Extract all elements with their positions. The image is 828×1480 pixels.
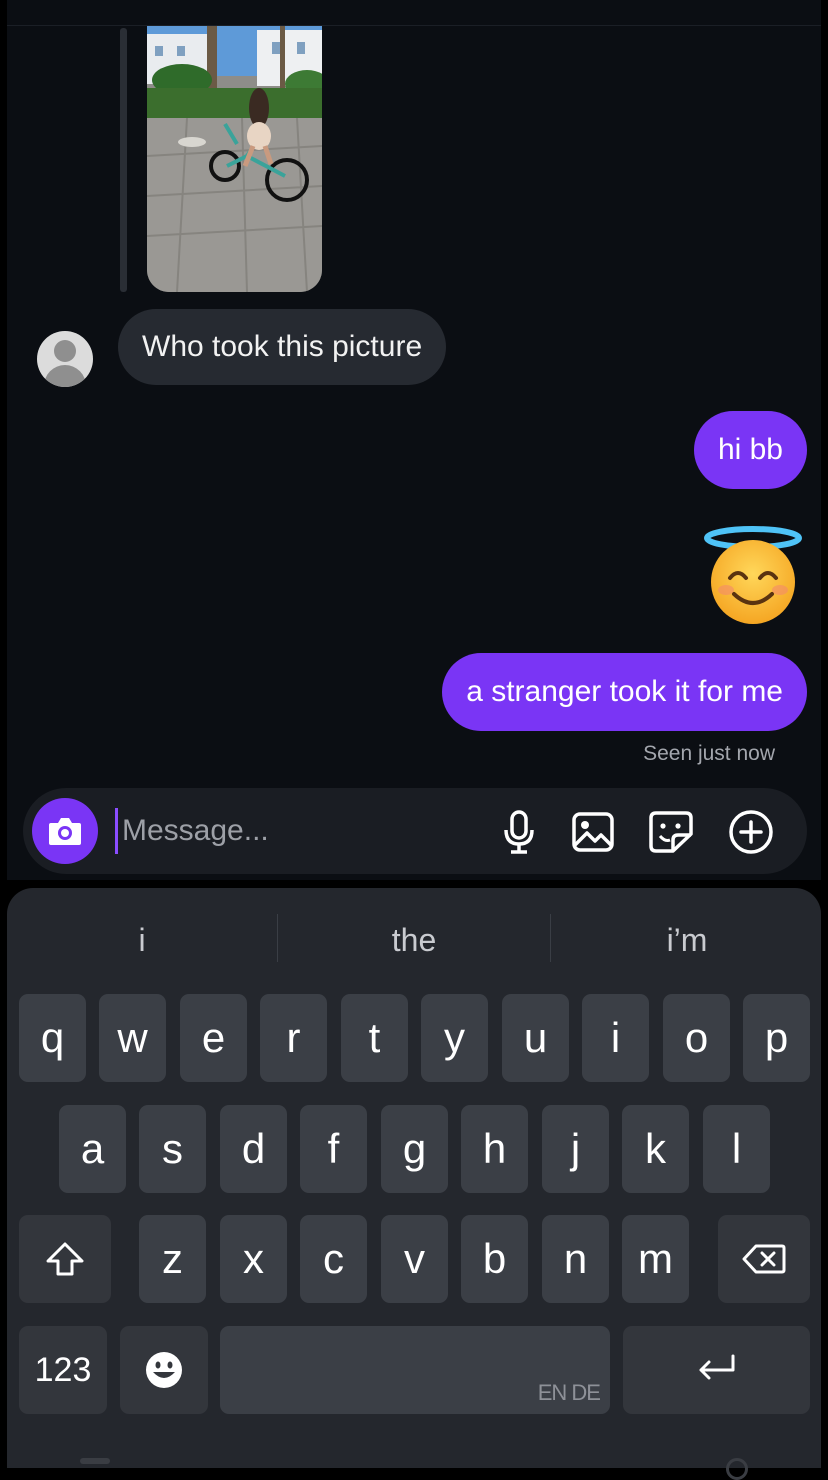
space-key[interactable]: EN DE (220, 1326, 610, 1414)
sticker-button[interactable] (647, 808, 695, 856)
key-q[interactable]: q (19, 994, 86, 1082)
suggestion-divider (550, 914, 551, 962)
microphone-button[interactable] (495, 808, 543, 856)
language-label: EN DE (537, 1380, 601, 1405)
key-u[interactable]: u (502, 994, 569, 1082)
divider (7, 25, 821, 26)
message-input[interactable] (115, 808, 482, 854)
emoji-icon (146, 1352, 182, 1388)
camera-button[interactable] (32, 798, 98, 864)
key-j[interactable]: j (542, 1105, 609, 1193)
message-composer (23, 788, 807, 874)
key-m[interactable]: m (622, 1215, 689, 1303)
keyboard: i the i’m q w e r t y u i o p a s d f g … (7, 888, 821, 1468)
key-w[interactable]: w (99, 994, 166, 1082)
microphone-icon (504, 810, 534, 854)
return-key[interactable] (623, 1326, 810, 1414)
key-l[interactable]: l (703, 1105, 770, 1193)
contact-avatar[interactable] (37, 331, 93, 387)
key-d[interactable]: d (220, 1105, 287, 1193)
halo-emoji[interactable] (704, 526, 802, 626)
incoming-message[interactable]: Who took this picture (118, 309, 447, 385)
return-icon (699, 1354, 734, 1380)
key-b[interactable]: b (461, 1215, 528, 1303)
key-x[interactable]: x (220, 1215, 287, 1303)
key-e[interactable]: e (180, 994, 247, 1082)
backspace-key[interactable] (718, 1215, 810, 1303)
key-n[interactable]: n (542, 1215, 609, 1303)
dictation-indicator (726, 1458, 748, 1480)
sticker-icon (649, 811, 693, 853)
key-y[interactable]: y (421, 994, 488, 1082)
suggestion-1[interactable]: i (7, 908, 277, 972)
gallery-button[interactable] (569, 808, 617, 856)
key-a[interactable]: a (59, 1105, 126, 1193)
suggestion-divider (277, 914, 278, 962)
key-c[interactable]: c (300, 1215, 367, 1303)
key-h[interactable]: h (461, 1105, 528, 1193)
key-o[interactable]: o (663, 994, 730, 1082)
key-k[interactable]: k (622, 1105, 689, 1193)
shift-key[interactable] (19, 1215, 111, 1303)
emoji-key[interactable] (120, 1326, 208, 1414)
more-button[interactable] (727, 808, 775, 856)
shared-photo[interactable] (147, 26, 322, 292)
outgoing-message[interactable]: hi bb (693, 411, 807, 489)
key-r[interactable]: r (260, 994, 327, 1082)
key-s[interactable]: s (139, 1105, 206, 1193)
outgoing-message[interactable]: a stranger took it for me (442, 653, 807, 731)
camera-icon (49, 818, 81, 845)
key-i[interactable]: i (582, 994, 649, 1082)
reply-indicator (120, 28, 127, 292)
key-v[interactable]: v (381, 1215, 448, 1303)
key-t[interactable]: t (341, 994, 408, 1082)
suggestion-3[interactable]: i’m (552, 908, 822, 972)
shift-icon (46, 1242, 84, 1276)
seen-status: Seen just now (643, 742, 775, 765)
key-z[interactable]: z (139, 1215, 206, 1303)
image-icon (572, 812, 614, 852)
key-p[interactable]: p (743, 994, 810, 1082)
chat-thread: Who took this picture hi bb a stranger t… (7, 0, 821, 880)
backspace-icon (742, 1244, 786, 1274)
home-indicator (80, 1458, 110, 1464)
plus-circle-icon (729, 810, 773, 854)
key-g[interactable]: g (381, 1105, 448, 1193)
numbers-key[interactable]: 123 (19, 1326, 107, 1414)
key-f[interactable]: f (300, 1105, 367, 1193)
suggestion-2[interactable]: the (279, 908, 549, 972)
